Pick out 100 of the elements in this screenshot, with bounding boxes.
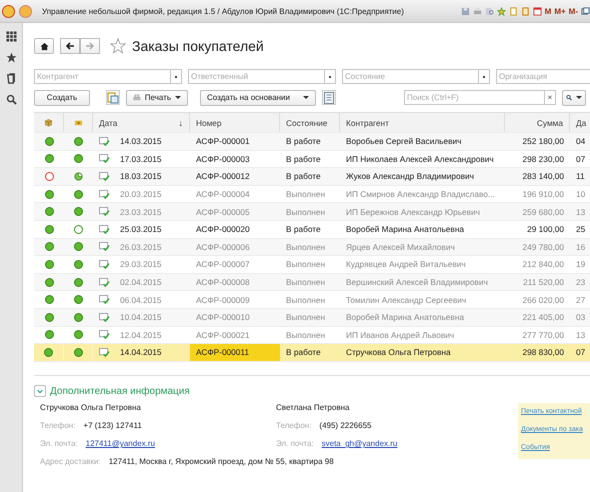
filter-field[interactable]: Контрагент <box>34 69 170 84</box>
column-header[interactable]: Да <box>570 113 590 132</box>
filter-field[interactable]: Ответственный <box>188 69 324 84</box>
posted-document-icon <box>99 295 110 304</box>
search-icon[interactable] <box>6 94 16 105</box>
phone-value: +7 (123) 127411 <box>83 421 142 430</box>
coins-icon <box>74 118 82 127</box>
app-logo-icon <box>2 4 15 18</box>
date-cell: 29.03.2015 <box>120 259 162 270</box>
sum-cell-text: 212 840,00 <box>521 258 565 272</box>
star-icon[interactable] <box>496 6 506 16</box>
sort-arrow-icon: ↓ <box>178 118 183 128</box>
state-cell-text: Выполнен <box>285 311 326 324</box>
state-cell-text: В работе <box>285 170 322 184</box>
field-label: Телефон: <box>276 421 312 430</box>
sum-cell-text: 211 520,00 <box>522 276 565 290</box>
window-title: Управление небольшой фирмой, редакция 1.5 / Абдулов Юрий Владимирович (1С:Предприятие) <box>42 6 404 16</box>
memory-button[interactable]: M+ <box>554 6 566 16</box>
section-title[interactable]: Дополнительная информация <box>50 386 190 396</box>
star-icon[interactable] <box>6 52 16 63</box>
sum-cell-text: 266 020,00 <box>521 294 565 307</box>
history-icon[interactable] <box>6 73 16 84</box>
dropdown-icon[interactable] <box>478 69 490 84</box>
field-label: Адрес доставки: <box>40 457 101 466</box>
create-based-button[interactable]: Создать на основании <box>200 90 316 106</box>
column-header[interactable]: Состояние <box>280 113 340 132</box>
table-cell-text: 23 <box>575 276 586 290</box>
menu-icon[interactable] <box>19 4 32 18</box>
sum-cell-text: 221 405,00 <box>521 311 565 324</box>
memory-button[interactable]: M- <box>568 6 578 16</box>
posted-document-icon <box>99 136 110 146</box>
home-icon <box>40 42 48 50</box>
number-cell: АСФР-000011 <box>190 344 280 361</box>
sum-cell-text: 29 100,00 <box>526 223 565 236</box>
posted-document-icon <box>99 260 110 269</box>
number-cell-text: АСФР-000008 <box>195 276 251 290</box>
table-cell-text: 04 <box>575 135 586 148</box>
number-cell-text: АСФР-000020 <box>195 223 251 236</box>
memory-button[interactable]: M <box>544 6 552 16</box>
number-cell-text: АСФР-000001 <box>195 135 251 148</box>
date-cell: 12.04.2015 <box>120 330 162 340</box>
sum-cell-text: 249 780,00 <box>521 240 565 254</box>
grid-menu-icon[interactable] <box>6 31 16 42</box>
contractor-cell-text: Стручкова Ольга Петровна <box>345 346 452 360</box>
posted-document-icon <box>99 312 110 322</box>
table-cell-text: 03 <box>575 311 586 324</box>
date-cell: 10.04.2015 <box>120 312 162 322</box>
table-cell-text: 07 <box>575 152 586 166</box>
home-button[interactable] <box>34 38 54 54</box>
favorite-star-icon[interactable] <box>110 38 126 54</box>
number-cell-text: АСФР-000006 <box>195 240 251 254</box>
sum-cell-text: 252 180,00 <box>521 135 565 148</box>
contractor-cell-text: ИП Смирнов Александр Владиславо... <box>345 188 496 202</box>
clear-button[interactable]: × <box>544 90 556 105</box>
back-arrow-icon <box>65 41 75 51</box>
number-cell-text: АСФР-000009 <box>195 294 251 307</box>
document-icon[interactable] <box>508 6 518 16</box>
printer-icon <box>133 92 141 102</box>
report-icon[interactable] <box>322 90 336 105</box>
contractor-cell-text: ИП Николаев Алексей Александрович <box>345 152 495 166</box>
state-cell-text: Выполнен <box>285 276 326 290</box>
posted-document-icon <box>99 207 110 216</box>
calculator-icon[interactable] <box>520 6 530 16</box>
state-cell-text: В работе <box>285 135 322 148</box>
dropdown-icon[interactable] <box>170 69 182 84</box>
date-cell: 20.03.2015 <box>120 189 162 200</box>
column-header[interactable]: Дата ↓ <box>93 113 190 132</box>
filter-field[interactable]: Организация <box>496 69 590 84</box>
contractor-cell-text: Воробьев Сергей Васильевич <box>345 135 462 148</box>
back-button[interactable] <box>60 38 80 54</box>
search-button[interactable] <box>562 90 586 106</box>
number-cell-text: АСФР-000005 <box>195 206 251 219</box>
contractor-cell-text: Томилин Александр Сергеевич <box>345 294 468 307</box>
collapse-button[interactable] <box>34 385 46 397</box>
column-header[interactable]: Контрагент <box>340 113 505 132</box>
dropdown-icon[interactable] <box>324 69 336 84</box>
print-icon[interactable] <box>472 6 482 16</box>
print-button[interactable]: Печать <box>126 90 188 106</box>
preview-icon[interactable] <box>484 6 494 16</box>
date-cell: 14.04.2015 <box>120 347 162 358</box>
filter-field[interactable]: Состояние <box>342 69 478 84</box>
page-title: Заказы покупателей <box>132 38 264 54</box>
calendar-icon[interactable] <box>532 6 542 16</box>
create-button[interactable]: Создать <box>34 90 90 106</box>
state-cell-text: Выполнен <box>285 258 326 272</box>
email-link[interactable]: sveta_gh@yandex.ru <box>322 439 398 448</box>
column-header[interactable]: Номер <box>190 113 280 132</box>
posted-document-icon <box>99 172 110 181</box>
window-icon[interactable] <box>581 6 590 16</box>
email-link[interactable]: 127411@yandex.ru <box>86 439 155 448</box>
chevron-icon <box>36 387 44 395</box>
state-cell-text: Выполнен <box>285 328 326 342</box>
table-cell-text: 16 <box>575 240 586 254</box>
search-field[interactable]: Поиск (Ctrl+F) <box>404 90 544 105</box>
contact-name: Стручкова Ольга Петровна <box>40 403 142 412</box>
column-header[interactable]: Сумма <box>505 113 570 132</box>
contractor-cell-text: ИП Иванов Андрей Львович <box>345 328 456 342</box>
save-icon[interactable] <box>460 6 470 16</box>
copy-document-icon[interactable] <box>106 90 120 105</box>
number-cell-text: АСФР-000003 <box>195 152 251 166</box>
